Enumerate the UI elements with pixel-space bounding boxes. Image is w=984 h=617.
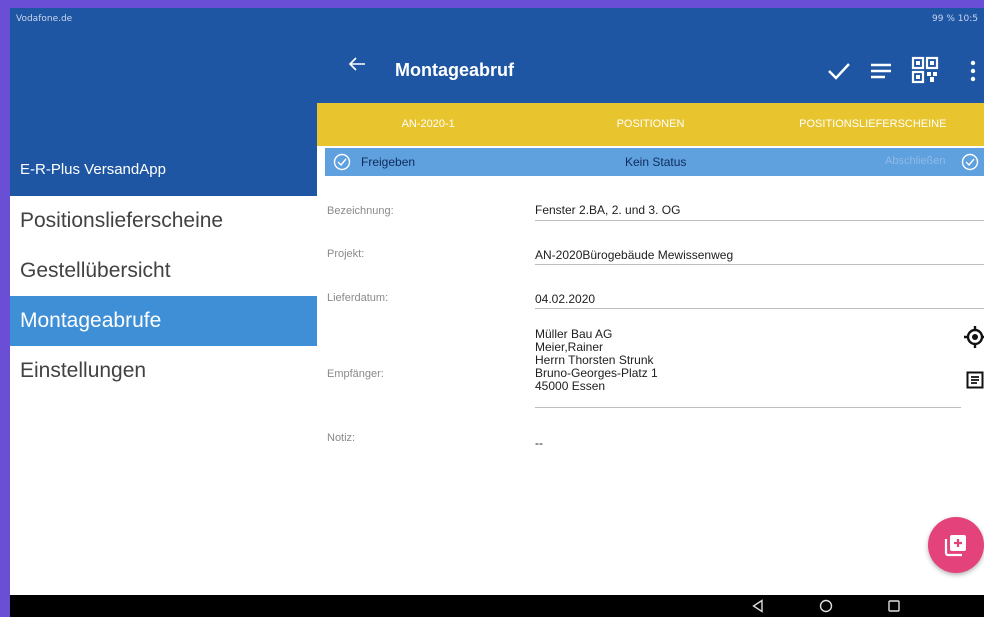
nav-back-icon[interactable] <box>751 599 765 613</box>
tab-an-2020-1[interactable]: AN-2020-1 <box>317 103 539 146</box>
lieferdatum-label: Lieferdatum: <box>327 292 389 304</box>
page-title: Montageabruf <box>395 60 514 80</box>
projekt-label: Projekt: <box>327 248 365 260</box>
document-icon[interactable] <box>966 371 984 389</box>
add-box-icon <box>944 535 966 557</box>
add-button[interactable] <box>928 517 984 573</box>
drawer-item-montageabrufe[interactable]: Montageabrufe <box>10 296 317 346</box>
projekt-underline <box>535 264 984 265</box>
bezeichnung-field[interactable]: Fenster 2.BA, 2. und 3. OG <box>535 203 680 217</box>
clock-label: 10:5 <box>957 14 978 24</box>
recipient-line: 45000 Essen <box>535 379 606 393</box>
tab-positionen[interactable]: POSITIONEN <box>539 103 761 146</box>
drawer-item-positionslieferscheine[interactable]: Positionslieferscheine <box>10 196 317 246</box>
list-icon[interactable] <box>870 62 892 80</box>
status-strip: Freigeben Kein Status Abschließen <box>325 148 984 176</box>
system-navigation-bar <box>10 595 984 617</box>
check-icon[interactable] <box>827 62 851 80</box>
app-bar: Montageabruf <box>317 30 984 103</box>
device-screen: Vodafone.de 99 % 10:5 E-R-Plus VersandAp… <box>10 8 984 617</box>
check-circle-icon[interactable] <box>961 153 979 171</box>
battery-label: 99 % <box>932 14 955 24</box>
drawer-item-gestelluebersicht[interactable]: Gestellübersicht <box>10 246 317 296</box>
lieferdatum-field[interactable]: 04.02.2020 <box>535 292 595 306</box>
qr-code-icon[interactable] <box>911 56 939 84</box>
empfaenger-field[interactable]: Müller Bau AG Meier,Rainer Herrn Thorste… <box>535 328 658 393</box>
tab-positionslieferscheine[interactable]: POSITIONSLIEFERSCHEINE <box>762 103 984 146</box>
finish-button[interactable]: Abschließen <box>885 155 946 167</box>
navigation-drawer: E-R-Plus VersandApp Positionslieferschei… <box>10 30 317 595</box>
drawer-header: E-R-Plus VersandApp <box>10 30 317 196</box>
system-status-bar: Vodafone.de 99 % 10:5 <box>10 8 984 30</box>
bezeichnung-label: Bezeichnung: <box>327 205 394 217</box>
lieferdatum-underline <box>535 308 984 309</box>
notiz-label: Notiz: <box>327 432 356 444</box>
arrow-back-icon[interactable] <box>345 52 369 76</box>
drawer-app-name: E-R-Plus VersandApp <box>20 161 166 178</box>
nav-home-icon[interactable] <box>819 599 833 613</box>
more-vert-icon[interactable] <box>969 60 977 82</box>
nav-recents-icon[interactable] <box>887 599 901 613</box>
drawer-list: Positionslieferscheine Gestellübersicht … <box>10 196 317 396</box>
status-label: Kein Status <box>625 155 687 169</box>
carrier-label: Vodafone.de <box>16 14 73 24</box>
empfaenger-label: Empfänger: <box>327 368 384 380</box>
location-target-icon[interactable] <box>964 326 984 348</box>
empfaenger-underline <box>535 407 961 408</box>
notiz-field[interactable]: -- <box>535 436 543 450</box>
bezeichnung-underline <box>535 220 984 221</box>
tab-bar: AN-2020-1 POSITIONEN POSITIONSLIEFERSCHE… <box>317 103 984 146</box>
release-button[interactable]: Freigeben <box>361 155 415 169</box>
check-circle-icon[interactable] <box>333 153 351 171</box>
status-right: 99 % 10:5 <box>932 14 978 24</box>
drawer-item-einstellungen[interactable]: Einstellungen <box>10 346 317 396</box>
projekt-field[interactable]: AN-2020Bürogebäude Mewissenweg <box>535 248 733 262</box>
